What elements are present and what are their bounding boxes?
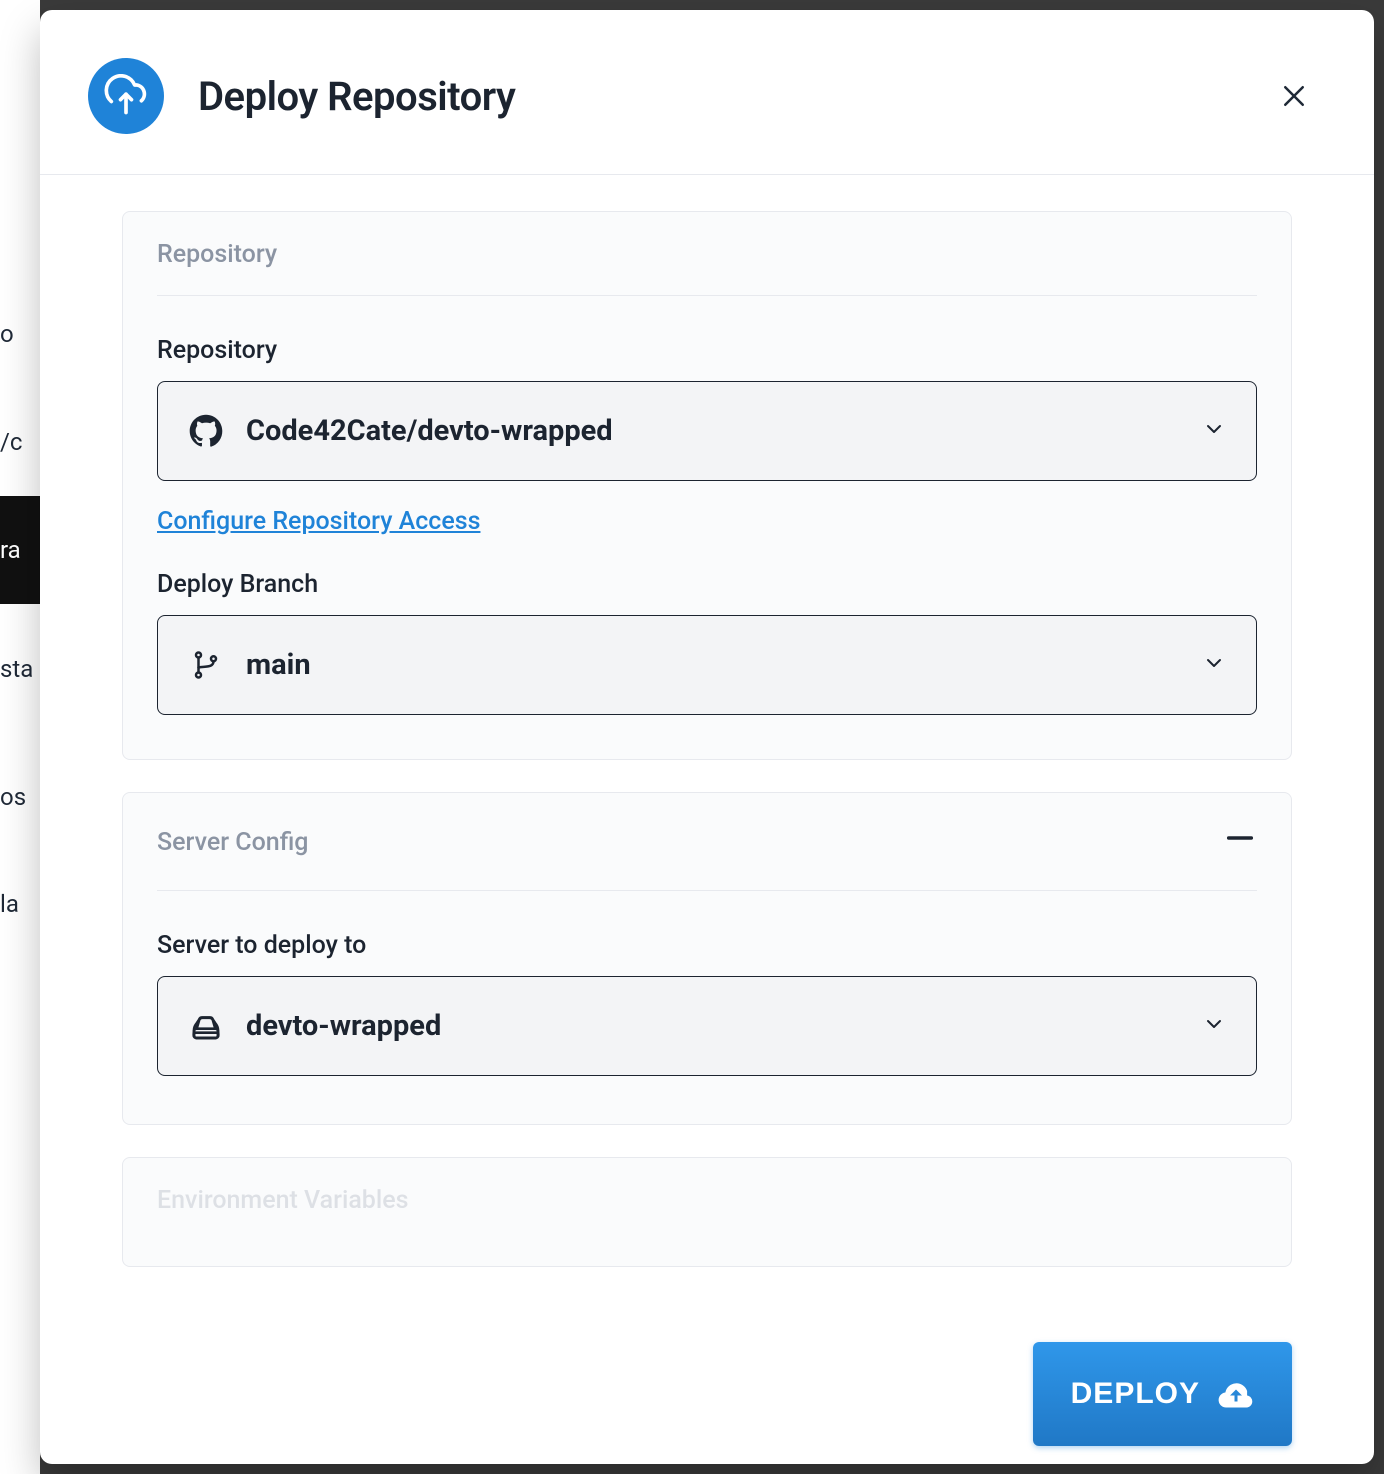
deploy-repository-modal: Deploy Repository Repository Repository … [40, 10, 1374, 1464]
deploy-branch-field-label: Deploy Branch [157, 570, 1257, 599]
environment-variables-section: Environment Variables [122, 1157, 1292, 1267]
server-field-label: Server to deploy to [157, 931, 1257, 960]
server-config-section-heading: Server Config [157, 821, 1257, 891]
modal-title: Deploy Repository [198, 73, 515, 120]
repository-select[interactable]: Code42Cate/devto-wrapped [157, 381, 1257, 481]
git-branch-icon [188, 647, 224, 683]
cloud-upload-icon [88, 58, 164, 134]
deploy-button[interactable]: DEPLOY [1033, 1342, 1292, 1446]
server-select[interactable]: devto-wrapped [157, 976, 1257, 1076]
chevron-down-icon [1202, 417, 1226, 445]
close-icon [1279, 81, 1309, 111]
server-icon [188, 1008, 224, 1044]
minus-icon [1223, 821, 1257, 855]
repository-section-heading: Repository [157, 240, 1257, 296]
branch-select[interactable]: main [157, 615, 1257, 715]
chevron-down-icon [1202, 651, 1226, 679]
repository-selected-value: Code42Cate/devto-wrapped [246, 414, 613, 448]
close-button[interactable] [1270, 72, 1318, 120]
branch-selected-value: main [246, 648, 311, 682]
configure-repository-access-link[interactable]: Configure Repository Access [157, 507, 480, 536]
collapse-toggle[interactable] [1223, 821, 1257, 864]
server-config-section: Server Config Server to deploy to devto-… [122, 792, 1292, 1125]
background-page-left: o /c ra sta os la [0, 0, 40, 1474]
modal-body: Repository Repository Code42Cate/devto-w… [40, 175, 1374, 1464]
deploy-button-label: DEPLOY [1071, 1377, 1200, 1411]
github-icon [188, 413, 224, 449]
cloud-upload-icon [1218, 1376, 1254, 1412]
modal-header: Deploy Repository [40, 10, 1374, 175]
repository-field-label: Repository [157, 336, 1257, 365]
environment-variables-heading: Environment Variables [157, 1186, 1257, 1241]
server-selected-value: devto-wrapped [246, 1009, 441, 1043]
chevron-down-icon [1202, 1012, 1226, 1040]
repository-section: Repository Repository Code42Cate/devto-w… [122, 211, 1292, 760]
